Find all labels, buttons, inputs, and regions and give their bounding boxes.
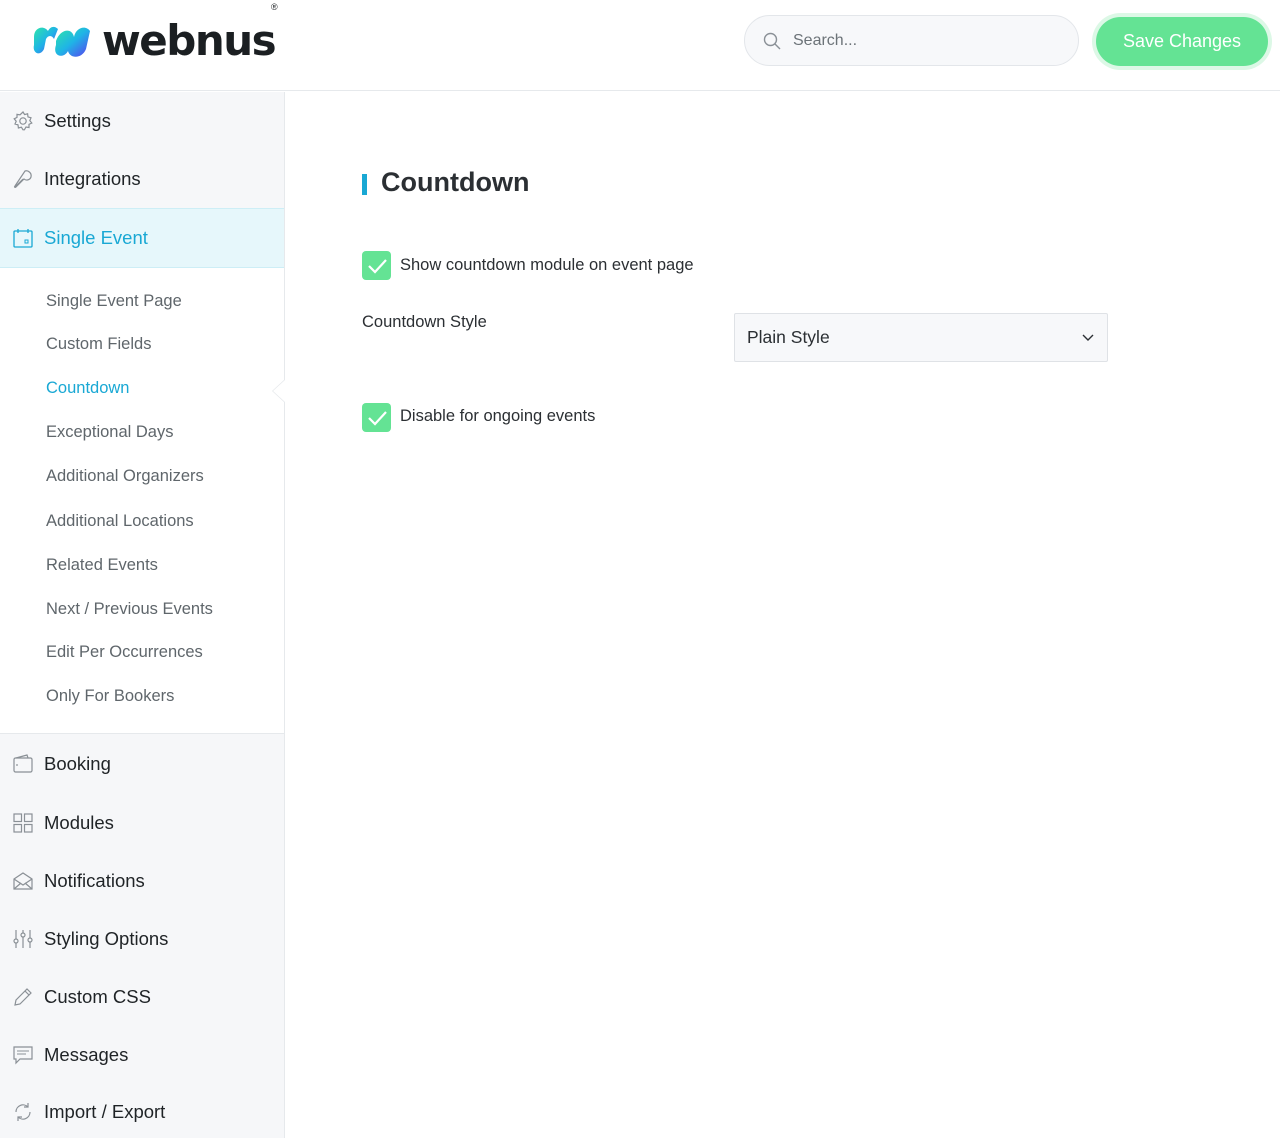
sidebar-item-custom-css[interactable]: Custom CSS	[0, 968, 284, 1026]
submenu-item-edit-per-occurrences[interactable]: Edit Per Occurrences	[46, 643, 203, 662]
top-header: webnus ® Save Changes	[0, 0, 1280, 91]
submenu-item-single-event-page[interactable]: Single Event Page	[46, 292, 182, 311]
countdown-style-value: Plain Style	[747, 327, 830, 347]
sidebar-item-label: Custom CSS	[44, 986, 151, 1007]
title-accent-bar	[362, 174, 367, 195]
checkmark-icon	[367, 410, 387, 426]
sidebar-item-label: Modules	[44, 812, 114, 833]
sidebar-item-import-export[interactable]: Import / Export	[0, 1085, 284, 1138]
sliders-icon	[12, 928, 34, 950]
submenu-item-custom-fields[interactable]: Custom Fields	[46, 335, 151, 354]
submenu-item-related-events[interactable]: Related Events	[46, 556, 158, 575]
sidebar-item-single-event[interactable]: Single Event	[0, 208, 284, 268]
countdown-style-label: Countdown Style	[362, 313, 487, 331]
disable-ongoing-label: Disable for ongoing events	[400, 407, 596, 425]
sidebar-item-modules[interactable]: Modules	[0, 794, 284, 852]
sidebar-item-label: Settings	[44, 110, 111, 131]
submenu-item-additional-locations[interactable]: Additional Locations	[46, 512, 194, 531]
webnus-logo-icon	[33, 26, 90, 57]
search-icon	[763, 32, 781, 49]
registered-mark: ®	[271, 2, 278, 12]
grid-icon	[12, 812, 34, 834]
sidebar-item-booking[interactable]: Booking	[0, 735, 284, 793]
sync-icon	[12, 1101, 34, 1123]
sidebar-item-notifications[interactable]: Notifications	[0, 852, 284, 910]
logo-wordmark: webnus	[102, 16, 277, 65]
search-box[interactable]	[744, 15, 1079, 66]
submenu-item-countdown[interactable]: Countdown	[46, 379, 129, 398]
page-title: Countdown	[381, 167, 530, 197]
sidebar-item-label: Styling Options	[44, 928, 169, 949]
sidebar-item-label: Single Event	[44, 227, 148, 248]
show-countdown-checkbox[interactable]	[362, 251, 391, 280]
submenu-item-additional-organizers[interactable]: Additional Organizers	[46, 467, 204, 486]
save-changes-button[interactable]: Save Changes	[1096, 17, 1268, 66]
sidebar-item-label: Notifications	[44, 870, 145, 891]
single-event-submenu: Single Event Page Custom Fields Countdow…	[0, 268, 284, 734]
disable-ongoing-checkbox[interactable]	[362, 403, 391, 432]
envelope-icon	[12, 870, 34, 892]
show-countdown-label: Show countdown module on event page	[400, 256, 694, 274]
sidebar-item-label: Import / Export	[44, 1100, 166, 1122]
submenu-item-only-for-bookers[interactable]: Only For Bookers	[46, 687, 174, 706]
sidebar-item-label: Messages	[44, 1044, 129, 1065]
calendar-icon	[12, 227, 34, 249]
countdown-style-select[interactable]: Plain Style	[734, 313, 1108, 362]
pencil-icon	[12, 986, 34, 1008]
sidebar-item-label: Booking	[44, 753, 111, 774]
message-icon	[12, 1044, 34, 1066]
sidebar-item-styling-options[interactable]: Styling Options	[0, 910, 284, 968]
webnus-logo[interactable]: webnus	[30, 16, 277, 65]
wrench-icon	[12, 168, 34, 190]
sidebar-item-messages[interactable]: Messages	[0, 1026, 284, 1084]
wallet-icon	[12, 753, 34, 775]
submenu-item-exceptional-days[interactable]: Exceptional Days	[46, 423, 173, 442]
checkmark-icon	[367, 258, 387, 274]
sidebar-item-integrations[interactable]: Integrations	[0, 150, 284, 208]
sidebar-item-label: Integrations	[44, 168, 141, 189]
gear-icon	[12, 110, 34, 132]
active-pointer-arrow	[272, 379, 285, 403]
submenu-item-next-previous-events[interactable]: Next / Previous Events	[46, 600, 213, 619]
chevron-down-icon	[1082, 334, 1094, 341]
search-input[interactable]	[793, 31, 1053, 50]
sidebar-item-settings[interactable]: Settings	[0, 92, 284, 150]
